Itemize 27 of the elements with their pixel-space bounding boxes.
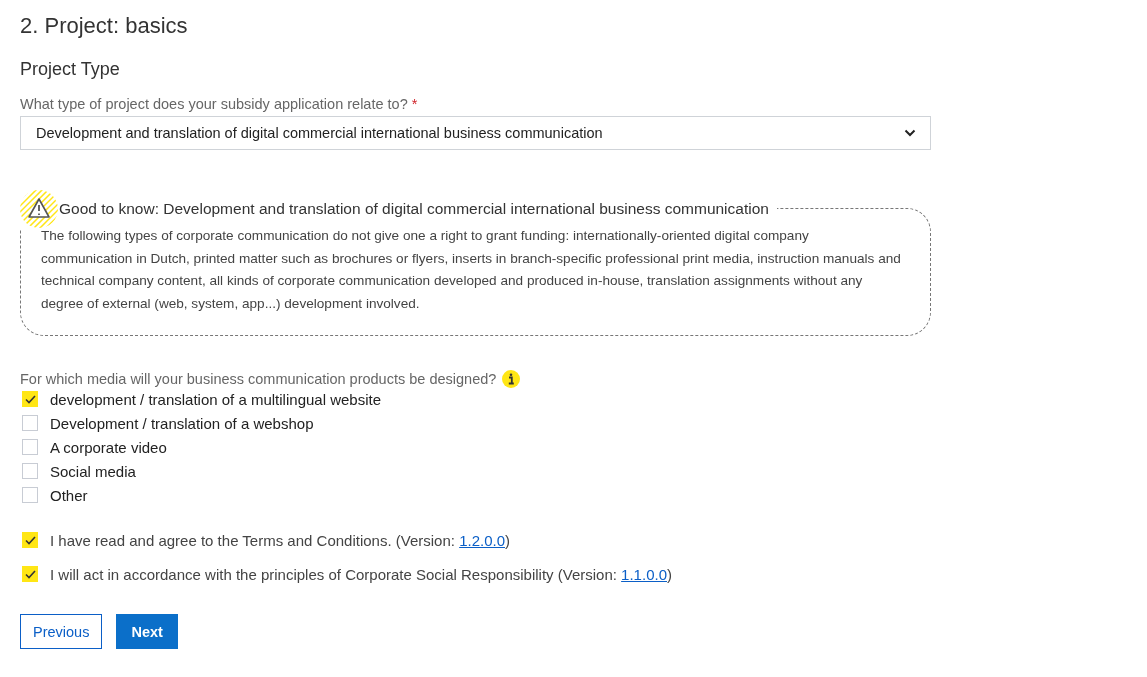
checkbox[interactable] [22, 566, 38, 582]
previous-button[interactable]: Previous [20, 614, 103, 649]
info-icon[interactable] [502, 370, 521, 388]
project-type-dropdown[interactable]: Development and translation of digital commercial international business communication [20, 116, 931, 150]
checkbox-label: A corporate video [50, 438, 167, 456]
page-heading: 2. Project: basics [20, 13, 189, 39]
field-label: For which media will your business communication products be designed? [20, 371, 497, 387]
checkbox-label: I will act in accordance with the principles of Corporate Social Responsibility (Version: 1.1.0.0) [50, 565, 672, 583]
version-link[interactable]: 1.1.0.0 [621, 565, 667, 583]
checkbox[interactable] [22, 532, 38, 548]
checkbox[interactable] [22, 415, 38, 431]
checkbox[interactable] [22, 463, 38, 479]
checkbox-label: development / translation of a multilingual website [50, 390, 382, 408]
field-label: What type of project does your subsidy application relate to? * [20, 96, 419, 112]
notice-text: The following types of corporate communication do not give one a right to grant funding: internationally-oriented digital company communication in Dutch, printed matter such as brochures or flyers, inserts in branch-specific professional print media, instruction manuals and technical company content, all kinds of corporate communication developed and produced in-house, translation assignments without any degree of external (web, system, app...) development involved. [41, 227, 902, 313]
chevron-down-icon [904, 129, 916, 137]
checkbox-label: Development / translation of a webshop [50, 414, 314, 432]
checkbox-label: I have read and agree to the Terms and Conditions. (Version: 1.2.0.0) [50, 531, 510, 549]
checkbox[interactable] [22, 487, 38, 503]
checkbox[interactable] [22, 391, 38, 407]
notice-title: Good to know: Development and translation of digital commercial international business communication [59, 200, 777, 218]
next-button[interactable]: Next [116, 614, 178, 649]
section-title: Project Type [20, 59, 121, 80]
checkbox[interactable] [22, 439, 38, 455]
version-link[interactable]: 1.2.0.0 [459, 531, 505, 549]
checkbox-label: Other [50, 486, 88, 504]
checkbox-label: Social media [50, 462, 136, 480]
